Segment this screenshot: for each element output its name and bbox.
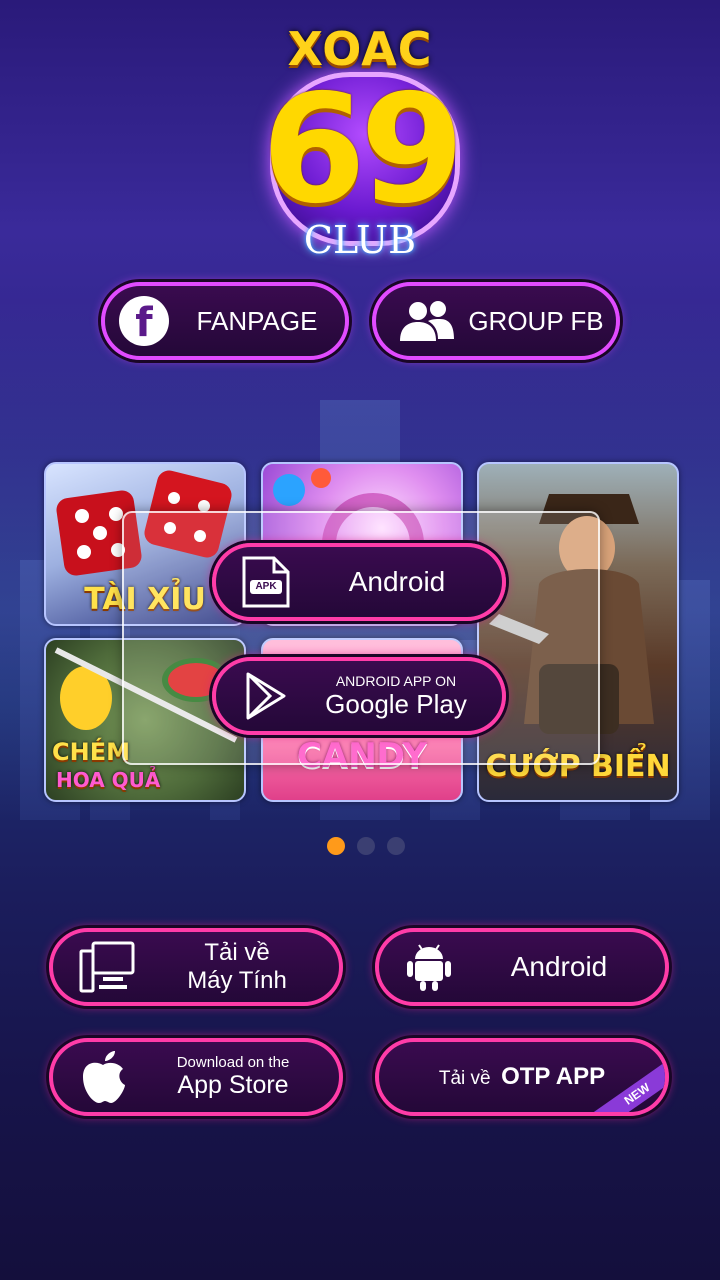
google-play-icon [242, 670, 290, 722]
download-android-button[interactable]: Android [375, 928, 669, 1006]
download-pc-line1: Tải về [204, 939, 270, 966]
pagination-dot-1[interactable] [327, 837, 345, 855]
game-label-hoa-qua: HOA QUẢ [56, 768, 161, 792]
popup-google-play-button[interactable]: ANDROID APP ON Google Play [212, 657, 506, 735]
download-pc-line2: Máy Tính [187, 967, 287, 994]
logo-number: 69 [261, 63, 465, 237]
popup-android-label: Android [348, 566, 446, 597]
xoac69-club-logo: XOAC 69 CLUB [240, 20, 480, 270]
android-robot-icon [405, 941, 453, 993]
download-app-store-button[interactable]: Download on the App Store [49, 1038, 343, 1116]
group-fb-button[interactable]: GROUP FB [372, 282, 620, 360]
app-store-big-text: App Store [177, 1071, 289, 1099]
group-users-icon [398, 299, 456, 343]
app-store-small-text: Download on the [176, 1054, 290, 1071]
fanpage-label: FANPAGE [196, 305, 318, 336]
download-android-label: Android [510, 951, 608, 982]
facebook-icon: f [119, 296, 169, 346]
apk-badge-text: APK [255, 581, 277, 592]
download-otp-app-button[interactable]: Tải về OTP APP NEW [375, 1038, 669, 1116]
popup-android-apk-button[interactable]: APK Android [212, 543, 506, 621]
group-fb-label: GROUP FB [468, 305, 604, 336]
otp-app-text: OTP APP [501, 1063, 606, 1090]
desktop-computer-icon [79, 941, 135, 993]
apk-file-icon: APK [240, 554, 292, 610]
logo-club-text: CLUB [303, 218, 417, 262]
pagination-dot-2[interactable] [357, 837, 375, 855]
apple-icon [79, 1049, 127, 1105]
otp-prefix-text: Tải về [438, 1068, 491, 1089]
google-play-small-text: ANDROID APP ON [335, 672, 457, 689]
fanpage-button[interactable]: f FANPAGE [101, 282, 349, 360]
pagination-dot-3[interactable] [387, 837, 405, 855]
google-play-big-text: Google Play [325, 688, 467, 719]
download-pc-button[interactable]: Tải về Máy Tính [49, 928, 343, 1006]
